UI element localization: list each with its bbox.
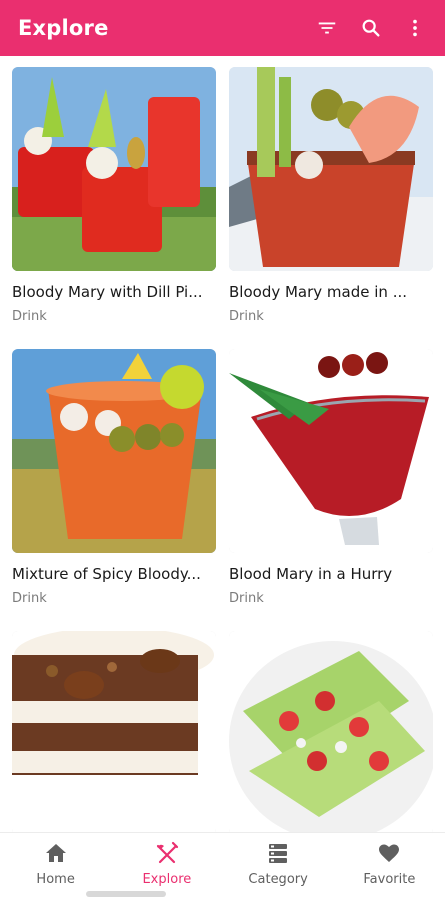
page-title: Explore — [18, 16, 109, 40]
recipe-card[interactable]: Mixture of Spicy Bloody... Drink — [12, 349, 216, 606]
recipe-category: Drink — [229, 591, 264, 606]
recipe-title: Blood Mary in a Hurry — [229, 565, 393, 583]
filter-icon[interactable] — [309, 10, 345, 46]
recipe-title: Mixture of Spicy Bloody... — [12, 565, 201, 583]
recipe-category: Drink — [12, 309, 47, 324]
bottom-nav: Home Explore Category Favorite — [0, 832, 445, 900]
recipe-card[interactable]: Bloody Mary made in ... Drink — [229, 67, 433, 324]
nav-item-explore[interactable]: Explore — [111, 833, 222, 900]
nav-item-favorite[interactable]: Favorite — [334, 833, 445, 900]
nav-label-explore: Explore — [142, 872, 192, 887]
utensils-icon — [155, 841, 179, 869]
app-bar: Explore — [0, 0, 445, 56]
recipe-image — [12, 67, 216, 271]
recipe-image — [229, 349, 433, 553]
nav-item-home[interactable]: Home — [0, 833, 111, 900]
nav-item-category[interactable]: Category — [223, 833, 334, 900]
more-vert-icon[interactable] — [397, 10, 433, 46]
recipe-card[interactable]: Bloody Mary with Dill Pi... Drink — [12, 67, 216, 324]
recipe-category: Drink — [229, 309, 264, 324]
heart-icon — [377, 841, 401, 869]
recipe-image — [12, 631, 216, 832]
home-icon — [44, 841, 68, 869]
recipe-title: Bloody Mary made in ... — [229, 283, 407, 301]
recipe-card[interactable] — [229, 631, 433, 832]
nav-label-category: Category — [248, 872, 308, 887]
search-icon[interactable] — [353, 10, 389, 46]
nav-label-favorite: Favorite — [363, 872, 416, 887]
recipe-image — [12, 349, 216, 553]
recipe-card[interactable] — [12, 631, 216, 832]
recipe-category: Drink — [12, 591, 47, 606]
recipe-image — [229, 67, 433, 271]
recipe-title: Bloody Mary with Dill Pi... — [12, 283, 203, 301]
gesture-bar[interactable] — [86, 891, 166, 897]
recipe-image — [229, 631, 433, 832]
category-icon — [266, 841, 290, 869]
recipe-grid: Bloody Mary with Dill Pi... Drink Bloody… — [0, 56, 445, 832]
nav-label-home: Home — [36, 872, 75, 887]
recipe-card[interactable]: Blood Mary in a Hurry Drink — [229, 349, 433, 606]
